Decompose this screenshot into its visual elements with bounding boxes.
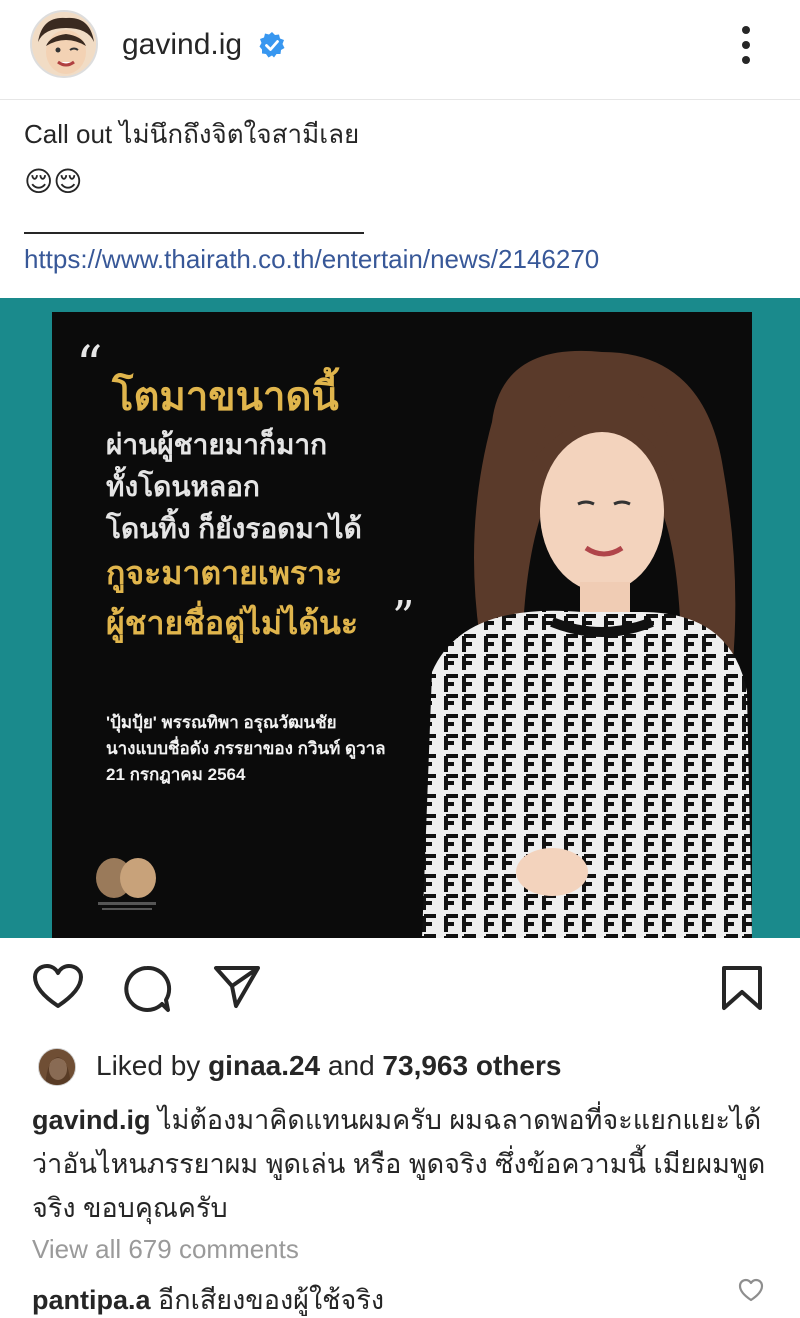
post-emoji: 😌😌 [24, 166, 83, 197]
bookmark-icon[interactable] [720, 964, 764, 1012]
portrait-illustration [422, 350, 752, 938]
post-image[interactable]: “ โตมาขนาดนี้ ผ่านผู้ชายมาก็มาก ทั้งโดนห… [0, 298, 800, 938]
action-bar [0, 940, 800, 1040]
view-all-comments-link[interactable]: View all 679 comments [32, 1234, 299, 1265]
likes-count[interactable]: 73,963 others [382, 1050, 561, 1081]
quote-close-mark: ” [392, 592, 415, 643]
profile-avatar[interactable] [30, 10, 98, 78]
avatar-image [32, 12, 96, 76]
post-link[interactable]: https://www.thairath.co.th/entertain/new… [24, 244, 599, 275]
comment-item: pantipa.a อีกเสียงของผู้ใช้จริง [32, 1278, 384, 1318]
post-header: gavind.ig [0, 0, 800, 100]
quote-line-2b: ทั้งโดนหลอก [106, 471, 260, 502]
attribution-role: นางแบบชื่อดัง ภรรยาของ กวินท์ ดูวาล [106, 739, 386, 758]
more-vertical-icon[interactable] [726, 20, 766, 70]
post-caption: gavind.ig ไม่ต้องมาคิดแทนผมครับ ผมฉลาดพอ… [32, 1098, 772, 1230]
quote-line-3a: กูจะมาตายเพราะ [106, 555, 343, 591]
comment-username[interactable]: pantipa.a [32, 1285, 151, 1315]
send-icon[interactable] [212, 964, 262, 1010]
attribution-date: 21 กรกฎาคม 2564 [106, 765, 246, 784]
attribution-name: 'ปุ้มปุ้ย' พรรณทิพา อรุณวัฒนชัย [106, 713, 337, 732]
quote-line-1: โตมาขนาดนี้ [112, 375, 339, 419]
comment-text: อีกเสียงของผู้ใช้จริง [150, 1285, 384, 1315]
quote-block-2: ผ่านผู้ชายมาก็มาก ทั้งโดนหลอก โดนทิ้ง ก็… [106, 424, 362, 550]
quote-block-3: กูจะมาตายเพราะ ผู้ชายชื่อตู่ไม่ได้นะ [106, 548, 358, 648]
liker-avatar-image [39, 1049, 75, 1085]
post-text: Call out ไม่นึกถึงจิตใจสามีเลย [24, 119, 360, 149]
comment-like-heart-icon[interactable] [738, 1278, 764, 1304]
text-divider [24, 232, 364, 234]
heart-icon[interactable] [32, 964, 84, 1010]
likes-middle: and [320, 1050, 383, 1081]
liker-avatar[interactable] [38, 1048, 76, 1086]
likes-summary[interactable]: Liked by ginaa.24 and 73,963 others [96, 1050, 561, 1082]
publisher-logo-icon [96, 858, 156, 910]
quote-line-3b: ผู้ชายชื่อตู่ไม่ได้นะ [106, 605, 359, 641]
quote-line-2a: ผ่านผู้ชายมาก็มาก [106, 429, 328, 460]
verified-badge-icon [259, 32, 285, 58]
likes-user[interactable]: ginaa.24 [208, 1050, 320, 1081]
likes-prefix: Liked by [96, 1050, 209, 1081]
quote-card: “ โตมาขนาดนี้ ผ่านผู้ชายมาก็มาก ทั้งโดนห… [52, 312, 752, 938]
caption-username[interactable]: gavind.ig [32, 1105, 151, 1135]
quote-line-2c: โดนทิ้ง ก็ยังรอดมาได้ [106, 513, 362, 544]
quote-attribution: 'ปุ้มปุ้ย' พรรณทิพา อรุณวัฒนชัย นางแบบชื… [106, 710, 386, 788]
quote-open-mark: “ [76, 336, 103, 396]
post-username[interactable]: gavind.ig [122, 28, 242, 62]
comment-icon[interactable] [122, 964, 172, 1014]
